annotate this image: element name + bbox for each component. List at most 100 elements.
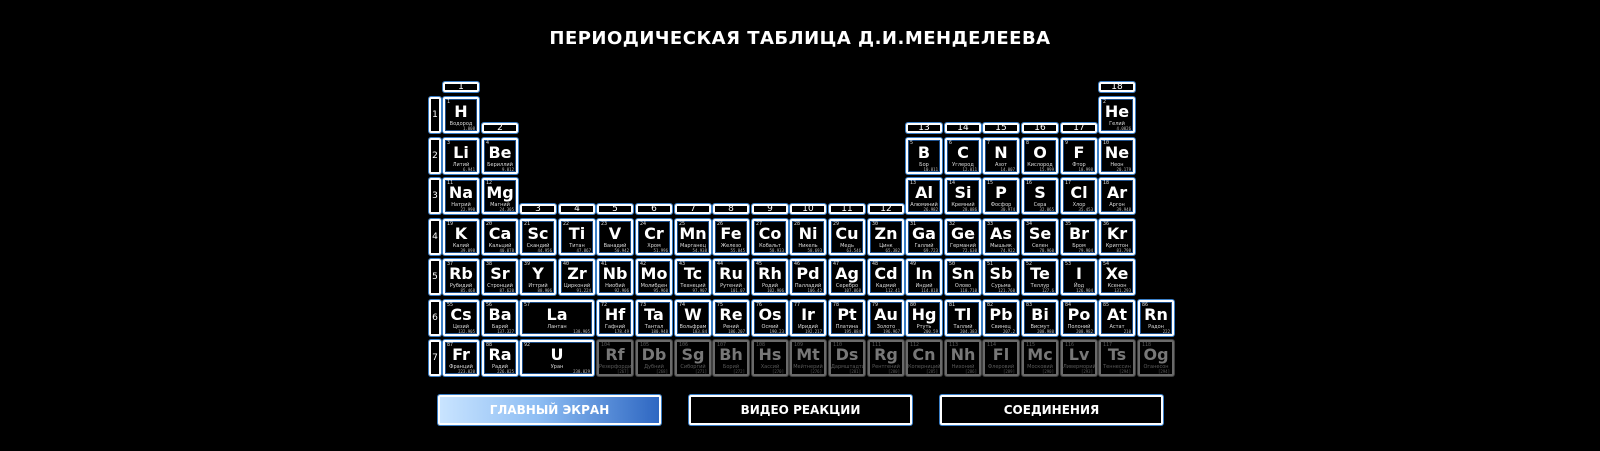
element-cell-se[interactable]: 34 Se Селен 78.960 bbox=[1022, 219, 1058, 255]
element-cell-la[interactable]: 57 La Лантан 138.905 bbox=[520, 300, 594, 336]
element-cell-og[interactable]: 118 Og Оганесон [294] bbox=[1138, 340, 1174, 376]
element-cell-pd[interactable]: 46 Pd Палладий 106.42 bbox=[790, 259, 826, 295]
element-cell-b[interactable]: 5 B Бор 10.811 bbox=[906, 138, 942, 174]
element-cell-al[interactable]: 13 Al Алюминий 26.982 bbox=[906, 178, 942, 214]
main-screen-button[interactable]: ГЛАВНЫЙ ЭКРАН bbox=[438, 395, 661, 425]
element-cell-in[interactable]: 49 In Индий 114.818 bbox=[906, 259, 942, 295]
element-cell-pb[interactable]: 82 Pb Свинец 207.2 bbox=[983, 300, 1019, 336]
element-cell-ge[interactable]: 32 Ge Германий 72.630 bbox=[945, 219, 981, 255]
element-cell-hs[interactable]: 108 Hs Хассий [270] bbox=[752, 340, 788, 376]
reaction-video-button[interactable]: ВИДЕО РЕАКЦИИ bbox=[689, 395, 912, 425]
element-cell-v[interactable]: 23 V Ванадий 50.942 bbox=[597, 219, 633, 255]
element-cell-ga[interactable]: 31 Ga Галлий 69.723 bbox=[906, 219, 942, 255]
element-cell-na[interactable]: 11 Na Натрий 22.990 bbox=[443, 178, 479, 214]
element-cell-rh[interactable]: 45 Rh Родий 102.906 bbox=[752, 259, 788, 295]
element-cell-y[interactable]: 39 Y Иттрий 88.906 bbox=[520, 259, 556, 295]
element-cell-lv[interactable]: 116 Lv Ливерморий [293] bbox=[1061, 340, 1097, 376]
element-cell-be[interactable]: 4 Be Бериллий 9.012 bbox=[482, 138, 518, 174]
element-cell-db[interactable]: 105 Db Дубний [268] bbox=[636, 340, 672, 376]
element-cell-cd[interactable]: 48 Cd Кадмий 112.41 bbox=[868, 259, 904, 295]
element-cell-sc[interactable]: 21 Sc Скандий 44.956 bbox=[520, 219, 556, 255]
group-label-2: 2 bbox=[482, 123, 518, 133]
element-cell-sr[interactable]: 38 Sr Стронций 87.620 bbox=[482, 259, 518, 295]
element-mass: 30.974 bbox=[1000, 207, 1015, 212]
element-cell-br[interactable]: 35 Br Бром 79.904 bbox=[1061, 219, 1097, 255]
element-cell-p[interactable]: 15 P Фосфор 30.974 bbox=[983, 178, 1019, 214]
element-cell-h[interactable]: 1 H Водород 1.008 bbox=[443, 97, 479, 133]
element-cell-ba[interactable]: 56 Ba Барий 137.327 bbox=[482, 300, 518, 336]
element-cell-ts[interactable]: 117 Ts Теннессин [294] bbox=[1099, 340, 1135, 376]
element-cell-u[interactable]: 92 U Уран 238.029 bbox=[520, 340, 594, 376]
element-cell-rg[interactable]: 111 Rg Рентгений [280] bbox=[868, 340, 904, 376]
element-cell-ta[interactable]: 73 Ta Тантал 180.948 bbox=[636, 300, 672, 336]
element-cell-s[interactable]: 16 S Сера 32.065 bbox=[1022, 178, 1058, 214]
element-cell-tc[interactable]: 43 Tc Технеций 97.907 bbox=[675, 259, 711, 295]
element-cell-nb[interactable]: 41 Nb Ниобий 92.906 bbox=[597, 259, 633, 295]
element-cell-si[interactable]: 14 Si Кремний 28.086 bbox=[945, 178, 981, 214]
element-cell-kr[interactable]: 36 Kr Криптон 83.798 bbox=[1099, 219, 1135, 255]
element-cell-mo[interactable]: 42 Mo Молибден 95.960 bbox=[636, 259, 672, 295]
element-cell-te[interactable]: 52 Te Теллур 127.6 bbox=[1022, 259, 1058, 295]
element-cell-he[interactable]: 2 He Гелий 4.0026 bbox=[1099, 97, 1135, 133]
element-cell-re[interactable]: 75 Re Рений 186.207 bbox=[713, 300, 749, 336]
element-cell-po[interactable]: 84 Po Полоний 208.982 bbox=[1061, 300, 1097, 336]
element-cell-fr[interactable]: 87 Fr Франций 223.020 bbox=[443, 340, 479, 376]
element-cell-sn[interactable]: 50 Sn Олово 118.710 bbox=[945, 259, 981, 295]
element-cell-ni[interactable]: 28 Ni Никель 58.693 bbox=[790, 219, 826, 255]
element-cell-hf[interactable]: 72 Hf Гафний 178.49 bbox=[597, 300, 633, 336]
element-cell-as[interactable]: 33 As Мышьяк 74.922 bbox=[983, 219, 1019, 255]
element-cell-bi[interactable]: 83 Bi Висмут 208.980 bbox=[1022, 300, 1058, 336]
element-cell-co[interactable]: 27 Co Кобальт 58.933 bbox=[752, 219, 788, 255]
element-symbol: Fe bbox=[720, 224, 742, 243]
element-cell-c[interactable]: 6 C Углерод 12.011 bbox=[945, 138, 981, 174]
element-cell-w[interactable]: 74 W Вольфрам 183.84 bbox=[675, 300, 711, 336]
element-cell-nh[interactable]: 113 Nh Нихоний [286] bbox=[945, 340, 981, 376]
element-cell-ne[interactable]: 10 Ne Неон 20.179 bbox=[1099, 138, 1135, 174]
element-cell-xe[interactable]: 54 Xe Ксенон 131.293 bbox=[1099, 259, 1135, 295]
element-cell-rn[interactable]: 86 Rn Радон 222 bbox=[1138, 300, 1174, 336]
element-symbol: Mt bbox=[796, 345, 820, 364]
element-cell-ca[interactable]: 20 Ca Кальций 40.078 bbox=[482, 219, 518, 255]
element-cell-at[interactable]: 85 At Астат 210 bbox=[1099, 300, 1135, 336]
element-cell-i[interactable]: 53 I Йод 126.904 bbox=[1061, 259, 1097, 295]
element-cell-ru[interactable]: 44 Ru Рутений 101.07 bbox=[713, 259, 749, 295]
element-cell-rf[interactable]: 104 Rf Резерфордий [267] bbox=[597, 340, 633, 376]
element-cell-mt[interactable]: 109 Mt Мейтнерий [276] bbox=[790, 340, 826, 376]
element-cell-ds[interactable]: 110 Ds Дармштадтий [281] bbox=[829, 340, 865, 376]
element-cell-fl[interactable]: 114 Fl Флеровий [289] bbox=[983, 340, 1019, 376]
element-cell-f[interactable]: 9 F Фтор 18.998 bbox=[1061, 138, 1097, 174]
compounds-button[interactable]: СОЕДИНЕНИЯ bbox=[940, 395, 1163, 425]
element-cell-mn[interactable]: 25 Mn Марганец 54.938 bbox=[675, 219, 711, 255]
element-cell-cl[interactable]: 17 Cl Хлор 35.453 bbox=[1061, 178, 1097, 214]
element-cell-sb[interactable]: 51 Sb Сурьма 121.760 bbox=[983, 259, 1019, 295]
element-cell-hg[interactable]: 80 Hg Ртуть 200.59 bbox=[906, 300, 942, 336]
element-cell-n[interactable]: 7 N Азот 14.007 bbox=[983, 138, 1019, 174]
element-cell-zr[interactable]: 40 Zr Цирконий 91.224 bbox=[559, 259, 595, 295]
element-cell-cu[interactable]: 29 Cu Медь 63.546 bbox=[829, 219, 865, 255]
element-cell-pt[interactable]: 78 Pt Платина 195.084 bbox=[829, 300, 865, 336]
element-cell-ti[interactable]: 22 Ti Титан 47.867 bbox=[559, 219, 595, 255]
element-cell-ar[interactable]: 18 Ar Аргон 39.948 bbox=[1099, 178, 1135, 214]
element-mass: 74.922 bbox=[1000, 248, 1015, 253]
element-cell-k[interactable]: 19 K Калий 39.098 bbox=[443, 219, 479, 255]
element-cell-cs[interactable]: 55 Cs Цезий 132.905 bbox=[443, 300, 479, 336]
element-cell-ir[interactable]: 77 Ir Иридий 192.217 bbox=[790, 300, 826, 336]
element-cell-sg[interactable]: 106 Sg Сиборгий [271] bbox=[675, 340, 711, 376]
element-cell-cr[interactable]: 24 Cr Хром 51.996 bbox=[636, 219, 672, 255]
element-cell-li[interactable]: 3 Li Литий 6.941 bbox=[443, 138, 479, 174]
element-cell-mg[interactable]: 12 Mg Магний 24.305 bbox=[482, 178, 518, 214]
element-cell-o[interactable]: 8 O Кислород 15.999 bbox=[1022, 138, 1058, 174]
element-cell-ra[interactable]: 88 Ra Радий 226.025 bbox=[482, 340, 518, 376]
element-cell-mc[interactable]: 115 Mc Московий [290] bbox=[1022, 340, 1058, 376]
element-cell-rb[interactable]: 37 Rb Рубидий 85.468 bbox=[443, 259, 479, 295]
element-cell-os[interactable]: 76 Os Осмий 190.23 bbox=[752, 300, 788, 336]
element-cell-ag[interactable]: 47 Ag Серебро 107.868 bbox=[829, 259, 865, 295]
element-cell-bh[interactable]: 107 Bh Борий [272] bbox=[713, 340, 749, 376]
element-cell-cn[interactable]: 112 Cn Коперниций [285] bbox=[906, 340, 942, 376]
element-cell-zn[interactable]: 30 Zn Цинк 65.382 bbox=[868, 219, 904, 255]
element-mass: 32.065 bbox=[1039, 207, 1054, 212]
element-mass: [267] bbox=[616, 369, 629, 374]
element-cell-au[interactable]: 79 Au Золото 196.967 bbox=[868, 300, 904, 336]
element-cell-fe[interactable]: 26 Fe Железо 55.845 bbox=[713, 219, 749, 255]
element-cell-tl[interactable]: 81 Tl Таллий 204.383 bbox=[945, 300, 981, 336]
